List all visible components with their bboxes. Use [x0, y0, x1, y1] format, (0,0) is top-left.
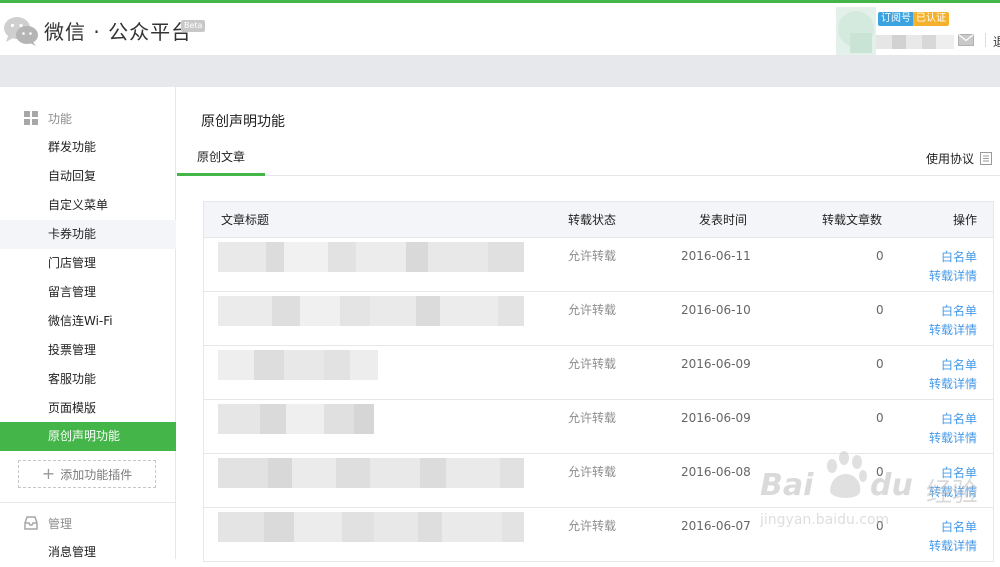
whitelist-link[interactable]: 白名单 [929, 248, 977, 267]
publish-date: 2016-06-07 [681, 519, 751, 533]
reprint-status: 允许转载 [568, 249, 617, 263]
row-actions: 白名单 转载详情 [929, 410, 977, 448]
beta-badge: Beta [181, 20, 206, 32]
table-row: 允许转载 2016-06-07 0 白名单 转载详情 [204, 508, 993, 562]
reprint-status: 允许转载 [568, 303, 617, 317]
article-title-blurred[interactable] [218, 512, 524, 542]
add-plugin-button[interactable]: + 添加功能插件 [18, 460, 156, 488]
usage-agreement-link[interactable]: 使用协议 [926, 150, 992, 167]
sidebar-item-card-coupon[interactable]: 卡券功能 [0, 220, 176, 249]
page-title: 原创声明功能 [201, 114, 285, 130]
table-header: 文章标题 转载状态 发表时间 转载文章数 操作 [204, 202, 993, 238]
publish-date: 2016-06-09 [681, 357, 751, 371]
reprint-details-link[interactable]: 转载详情 [929, 483, 977, 502]
article-title-blurred[interactable] [218, 296, 524, 326]
add-plugin-label: 添加功能插件 [60, 467, 133, 482]
plus-icon: + [41, 464, 56, 483]
reprint-details-link[interactable]: 转载详情 [929, 429, 977, 448]
row-actions: 白名单 转载详情 [929, 302, 977, 340]
article-title-blurred[interactable] [218, 404, 374, 434]
row-actions: 白名单 转载详情 [929, 518, 977, 556]
header-divider [985, 33, 986, 47]
row-actions: 白名单 转载详情 [929, 248, 977, 286]
publish-date: 2016-06-09 [681, 411, 751, 425]
inbox-icon [24, 516, 38, 530]
header: 微信 · 公众平台 Beta 订阅号 已认证 退出 [0, 3, 1000, 55]
table-row: 允许转载 2016-06-11 0 白名单 转载详情 [204, 238, 993, 292]
whitelist-link[interactable]: 白名单 [929, 464, 977, 483]
sidebar-item-customer-service[interactable]: 客服功能 [0, 365, 176, 394]
reprint-status: 允许转载 [568, 465, 617, 479]
publish-date: 2016-06-11 [681, 249, 751, 263]
whitelist-link[interactable]: 白名单 [929, 302, 977, 321]
publish-date: 2016-06-08 [681, 465, 751, 479]
reprint-details-link[interactable]: 转载详情 [929, 375, 977, 394]
row-actions: 白名单 转载详情 [929, 464, 977, 502]
column-header-status: 转载状态 [568, 213, 617, 227]
column-header-title: 文章标题 [221, 213, 270, 227]
sidebar-item-message-management[interactable]: 消息管理 [0, 538, 176, 567]
publish-date: 2016-06-10 [681, 303, 751, 317]
whitelist-link[interactable]: 白名单 [929, 410, 977, 429]
sidebar-section-label: 管理 [48, 516, 73, 531]
subscription-badge: 订阅号 [878, 12, 914, 26]
table-row: 允许转载 2016-06-09 0 白名单 转载详情 [204, 346, 993, 400]
table-row: 允许转载 2016-06-09 0 白名单 转载详情 [204, 400, 993, 454]
reprint-details-link[interactable]: 转载详情 [929, 537, 977, 556]
sidebar-item-custom-menu[interactable]: 自定义菜单 [0, 191, 176, 220]
sidebar-section-management: 管理 [24, 513, 72, 533]
reprint-status: 允许转载 [568, 357, 617, 371]
grid-icon [24, 111, 38, 125]
sidebar-item-original-declaration[interactable]: 原创声明功能 [0, 422, 176, 451]
sidebar-item-page-templates[interactable]: 页面模版 [0, 394, 176, 423]
reprint-count: 0 [876, 519, 884, 533]
sidebar-item-voting[interactable]: 投票管理 [0, 336, 176, 365]
reprint-details-link[interactable]: 转载详情 [929, 267, 977, 286]
whitelist-link[interactable]: 白名单 [929, 518, 977, 537]
sidebar: 功能 群发功能 自动回复 自定义菜单 卡券功能 门店管理 留言管理 微信连Wi-… [0, 87, 176, 559]
main-content: 原创声明功能 原创文章 使用协议 文章标题 转载状态 发表时间 转载文章数 操作… [177, 87, 1000, 562]
column-header-actions: 操作 [952, 213, 977, 227]
tab-bar: 原创文章 使用协议 [177, 143, 1000, 176]
reprint-count: 0 [876, 357, 884, 371]
sidebar-item-store-management[interactable]: 门店管理 [0, 249, 176, 278]
reprint-status: 允许转载 [568, 519, 617, 533]
sidebar-item-comments[interactable]: 留言管理 [0, 278, 176, 307]
original-articles-table: 文章标题 转载状态 发表时间 转载文章数 操作 允许转载 2016-06-11 … [203, 201, 994, 562]
column-header-date: 发表时间 [699, 213, 748, 227]
sidebar-section-label: 功能 [48, 111, 73, 126]
verified-badge: 已认证 [913, 12, 949, 26]
reprint-count: 0 [876, 465, 884, 479]
sidebar-item-auto-reply[interactable]: 自动回复 [0, 162, 176, 191]
sidebar-section-features: 功能 [24, 108, 72, 128]
article-title-blurred[interactable] [218, 242, 524, 272]
row-actions: 白名单 转载详情 [929, 356, 977, 394]
tab-original-articles[interactable]: 原创文章 [177, 143, 265, 176]
column-header-count: 转载文章数 [822, 213, 883, 227]
usage-agreement-label: 使用协议 [925, 152, 974, 166]
whitelist-link[interactable]: 白名单 [929, 356, 977, 375]
notice-bar [0, 55, 1000, 87]
reprint-details-link[interactable]: 转载详情 [929, 321, 977, 340]
reprint-status: 允许转载 [568, 411, 617, 425]
article-title-blurred[interactable] [218, 458, 524, 488]
sidebar-item-mass-send[interactable]: 群发功能 [0, 133, 176, 162]
document-icon [980, 152, 992, 165]
sidebar-divider [0, 502, 176, 503]
article-title-blurred[interactable] [218, 350, 378, 380]
reprint-count: 0 [876, 303, 884, 317]
platform-title[interactable]: 微信 · 公众平台 [44, 16, 192, 45]
table-row: 允许转载 2016-06-10 0 白名单 转载详情 [204, 292, 993, 346]
mail-icon[interactable] [958, 34, 974, 46]
reprint-count: 0 [876, 249, 884, 263]
sidebar-item-wifi[interactable]: 微信连Wi-Fi [0, 307, 176, 336]
logout-link[interactable]: 退出 [993, 33, 1000, 50]
table-row: 允许转载 2016-06-08 0 白名单 转载详情 [204, 454, 993, 508]
reprint-count: 0 [876, 411, 884, 425]
wechat-logo-icon[interactable] [2, 15, 40, 47]
